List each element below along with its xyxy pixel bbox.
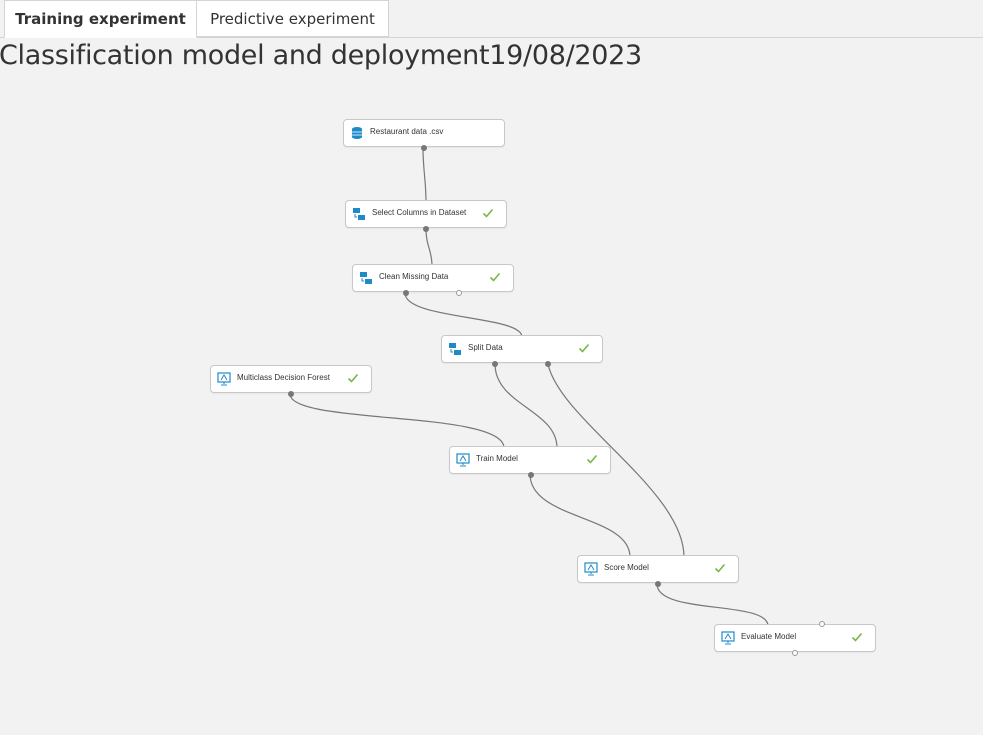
success-check-icon <box>489 272 501 282</box>
data-transform-icon <box>360 272 372 284</box>
connector-clean-to-split <box>404 292 523 338</box>
connector-forest-to-train <box>289 393 505 449</box>
module-label: Multiclass Decision Forest <box>237 373 330 382</box>
experiment-canvas-app: Training experiment Predictive experimen… <box>0 0 983 735</box>
ml-model-icon <box>584 562 598 576</box>
success-check-icon <box>578 343 590 353</box>
output-port-unconnected[interactable] <box>792 650 798 656</box>
output-port[interactable] <box>421 145 427 151</box>
module-score-model[interactable]: Score Model <box>577 555 739 587</box>
connector-split-to-train <box>494 363 558 449</box>
output-port[interactable] <box>655 581 661 587</box>
connector-score-to-evaluate <box>656 583 769 627</box>
module-restaurant-data[interactable]: Restaurant data .csv <box>343 119 505 151</box>
success-check-icon <box>851 632 863 642</box>
module-clean-missing-data[interactable]: Clean Missing Data <box>352 264 514 296</box>
success-check-icon <box>347 373 359 383</box>
module-select-columns[interactable]: Select Columns in Dataset <box>345 200 507 232</box>
module-label: Train Model <box>476 454 518 463</box>
connector-dataset-to-select <box>422 147 427 203</box>
success-check-icon <box>482 208 494 218</box>
data-transform-icon <box>449 343 461 355</box>
connector-train-to-score <box>529 473 631 558</box>
module-label: Clean Missing Data <box>379 272 449 281</box>
ml-model-icon <box>721 631 735 645</box>
module-evaluate-model[interactable]: Evaluate Model <box>714 621 876 656</box>
data-transform-icon <box>353 208 365 220</box>
module-label: Restaurant data .csv <box>370 127 444 136</box>
output-port[interactable] <box>288 391 294 397</box>
output-port-unconnected[interactable] <box>456 290 462 296</box>
module-train-model[interactable]: Train Model <box>449 446 611 478</box>
ml-model-icon <box>217 372 231 386</box>
output-port[interactable] <box>423 226 429 232</box>
output-port[interactable] <box>528 472 534 478</box>
input-port-unconnected[interactable] <box>819 621 825 627</box>
connector-select-to-clean <box>425 228 433 267</box>
output-port[interactable] <box>403 290 409 296</box>
success-check-icon <box>586 454 598 464</box>
ml-model-icon <box>456 453 470 467</box>
output-port-2[interactable] <box>545 361 551 367</box>
module-label: Score Model <box>604 563 649 572</box>
module-label: Evaluate Model <box>741 632 797 641</box>
output-port-1[interactable] <box>492 361 498 367</box>
dataset-icon <box>352 127 362 139</box>
success-check-icon <box>714 563 726 573</box>
module-label: Select Columns in Dataset <box>372 208 467 217</box>
module-multiclass-decision-forest[interactable]: Multiclass Decision Forest <box>210 365 372 397</box>
module-split-data[interactable]: Split Data <box>441 335 603 367</box>
module-label: Split Data <box>468 343 503 352</box>
